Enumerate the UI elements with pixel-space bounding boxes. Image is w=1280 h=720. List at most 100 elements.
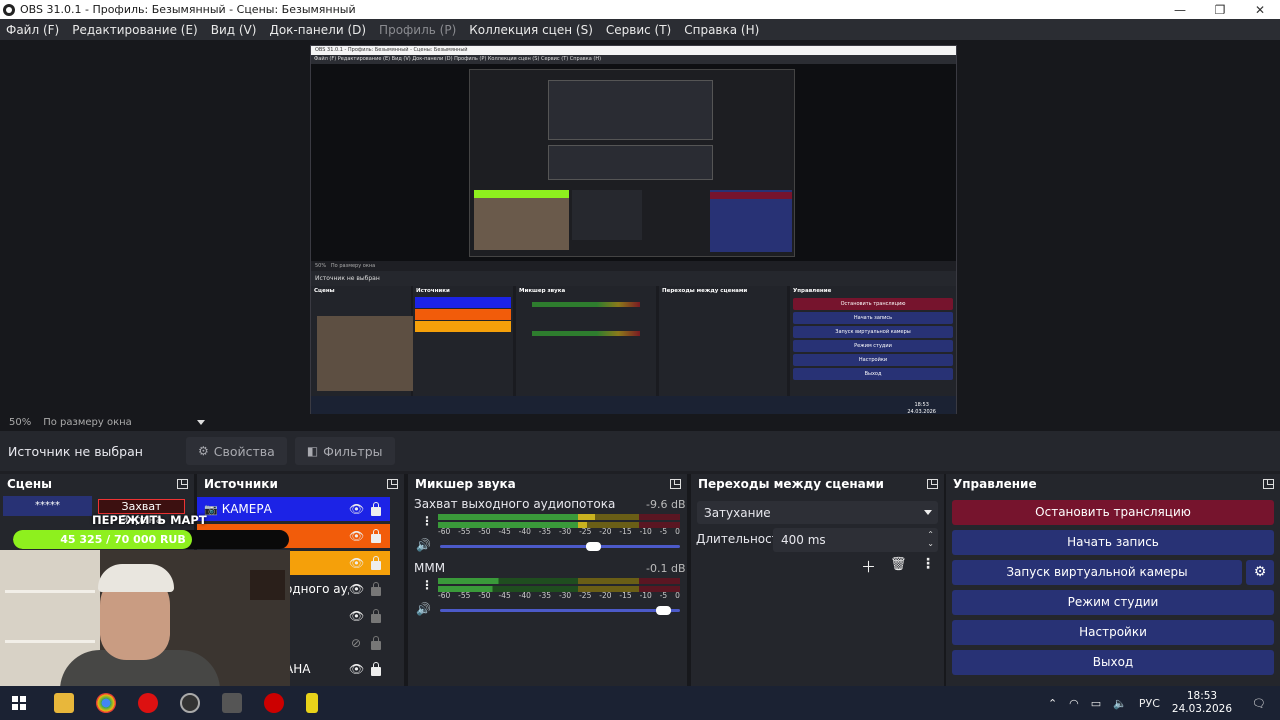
virtual-camera-settings-button[interactable]: ⚙ [1246, 560, 1274, 585]
eye-icon[interactable]: 👁 [349, 662, 364, 676]
undock-icon[interactable] [927, 479, 938, 489]
language-indicator[interactable]: РУС [1139, 697, 1160, 710]
speaker-icon[interactable]: 🔊 [416, 602, 431, 616]
mixer-channel-name: Захват выходного аудиопотока [414, 497, 616, 511]
nested-exit: Выход [793, 368, 953, 380]
lock-icon[interactable] [371, 661, 381, 676]
trash-icon[interactable]: 🗑 [890, 557, 907, 572]
undock-icon[interactable] [177, 479, 188, 489]
record-app-icon[interactable] [264, 693, 284, 713]
eye-icon[interactable]: 👁 [349, 529, 364, 543]
meter-tick-label: -50 [478, 527, 491, 536]
meter-tick-label: 0 [675, 527, 680, 536]
eye-icon[interactable]: 👁 [349, 582, 364, 596]
nested-dock-header: Источники [416, 288, 450, 294]
dock-header-scenes: Сцены [0, 474, 194, 494]
spinner-arrows-icon[interactable]: ⌃ ⌄ [927, 530, 934, 548]
menu-profile[interactable]: Профиль (P) [379, 23, 456, 37]
wifi-icon[interactable]: ◠ [1069, 697, 1079, 710]
source-row-camera[interactable]: 📷 КАМЕРА 👁 [197, 497, 390, 521]
lock-icon[interactable] [371, 528, 381, 543]
obs-taskbar-icon[interactable] [180, 693, 200, 713]
properties-button[interactable]: ⚙ Свойства [186, 437, 287, 465]
stop-stream-button[interactable]: Остановить трансляцию [952, 500, 1274, 525]
clock[interactable]: 18:53 24.03.2026 [1172, 690, 1232, 716]
kebab-menu-icon[interactable]: ⋮ [421, 514, 433, 528]
meter-tick-label: -60 [438, 591, 451, 600]
nested-virtual-cam: Запуск виртуальной камеры [793, 326, 953, 338]
chevron-up-icon[interactable]: ⌃ [1048, 697, 1057, 710]
chrome-icon[interactable] [96, 693, 116, 713]
preview-canvas[interactable]: OBS 31.0.1 - Профиль: Безымянный - Сцены… [310, 45, 957, 451]
eye-icon[interactable]: 👁 [349, 556, 364, 570]
chevron-down-icon[interactable] [197, 420, 206, 425]
volume-icon[interactable]: 🔈 [1113, 697, 1127, 710]
dock-header-transitions: Переходы между сценами [691, 474, 944, 494]
zoom-mode-select[interactable]: По размеру окна [43, 417, 193, 428]
volume-fader[interactable] [440, 542, 680, 551]
fader-knob[interactable] [586, 542, 602, 551]
undock-icon[interactable] [670, 479, 681, 489]
lock-icon[interactable] [371, 501, 381, 516]
meter-tick-label: -25 [579, 527, 592, 536]
speaker-icon[interactable]: 🔊 [416, 538, 431, 552]
close-button[interactable]: ✕ [1240, 0, 1280, 19]
menu-help[interactable]: Справка (H) [684, 23, 759, 37]
meter-tick-label: -25 [579, 591, 592, 600]
lock-icon[interactable] [371, 635, 381, 650]
lock-icon[interactable] [371, 581, 381, 596]
kebab-menu-icon[interactable]: ⋮ [421, 578, 433, 592]
eye-icon[interactable]: 👁 [349, 609, 364, 623]
meter-tick-label: -20 [599, 527, 612, 536]
menu-view[interactable]: Вид (V) [211, 23, 257, 37]
donation-title: ПЕРЕЖИТЬ МАРТ [92, 513, 207, 527]
meter-tick-label: -35 [538, 591, 552, 600]
filter-icon: ◧ [306, 444, 319, 458]
lock-icon[interactable] [371, 555, 381, 570]
undock-icon[interactable] [1263, 479, 1274, 489]
duration-input[interactable]: 400 ms ⌃ ⌄ [773, 528, 938, 552]
pause-app-icon[interactable] [306, 693, 318, 713]
studio-mode-button[interactable]: Режим студии [952, 590, 1274, 615]
battery-icon[interactable]: ▭ [1091, 697, 1101, 710]
settings-button[interactable]: Настройки [952, 620, 1274, 645]
menu-scene-collection[interactable]: Коллекция сцен (S) [469, 23, 593, 37]
transition-select[interactable]: Затухание [697, 501, 938, 524]
mixer-channel-name: МММ [414, 561, 446, 575]
exit-button[interactable]: Выход [952, 650, 1274, 675]
meter-segment [638, 514, 680, 520]
file-explorer-icon[interactable] [54, 693, 74, 713]
opera-icon[interactable] [138, 693, 158, 713]
add-icon[interactable]: ＋ [861, 556, 876, 577]
volume-fader[interactable] [440, 606, 680, 615]
menu-tools[interactable]: Сервис (T) [606, 23, 671, 37]
start-record-button[interactable]: Начать запись [952, 530, 1274, 555]
kebab-menu-icon[interactable]: ⋮ [921, 556, 935, 572]
fader-knob[interactable] [656, 606, 671, 615]
undock-icon[interactable] [387, 479, 398, 489]
taskbar: ⌃ ◠ ▭ 🔈 РУС 18:53 24.03.2026 🗨 [0, 686, 1280, 720]
nested-menu-bar: Файл (F) Редактирование (E) Вид (V) Док-… [311, 55, 956, 64]
nested-dock-header: Управление [793, 288, 832, 294]
lock-icon[interactable] [371, 608, 381, 623]
preview-area[interactable]: OBS 31.0.1 - Профиль: Безымянный - Сцены… [0, 40, 1280, 451]
meter-tick-label: -10 [639, 527, 652, 536]
dock-title: Переходы между сценами [698, 477, 884, 491]
dock-header-controls: Управление [946, 474, 1280, 494]
eye-icon[interactable]: 👁 [349, 502, 364, 516]
minimize-button[interactable]: — [1160, 0, 1200, 19]
scene-item[interactable]: ***** [3, 496, 92, 516]
menu-edit[interactable]: Редактирование (E) [72, 23, 197, 37]
volume-meter [438, 578, 680, 584]
filters-button[interactable]: ◧ Фильтры [294, 437, 395, 465]
menu-docks[interactable]: Док-панели (D) [269, 23, 366, 37]
notifications-icon[interactable]: 🗨 [1252, 697, 1266, 710]
nested-webcam-thumb [474, 190, 569, 250]
eye-off-icon[interactable]: ⊘ [349, 636, 363, 650]
windows-start-icon[interactable] [12, 696, 26, 710]
menu-file[interactable]: Файл (F) [6, 23, 59, 37]
filters-label: Фильтры [323, 443, 383, 459]
virtual-camera-button[interactable]: Запуск виртуальной камеры [952, 560, 1242, 585]
maximize-button[interactable]: ❐ [1200, 0, 1240, 19]
app-icon[interactable] [222, 693, 242, 713]
